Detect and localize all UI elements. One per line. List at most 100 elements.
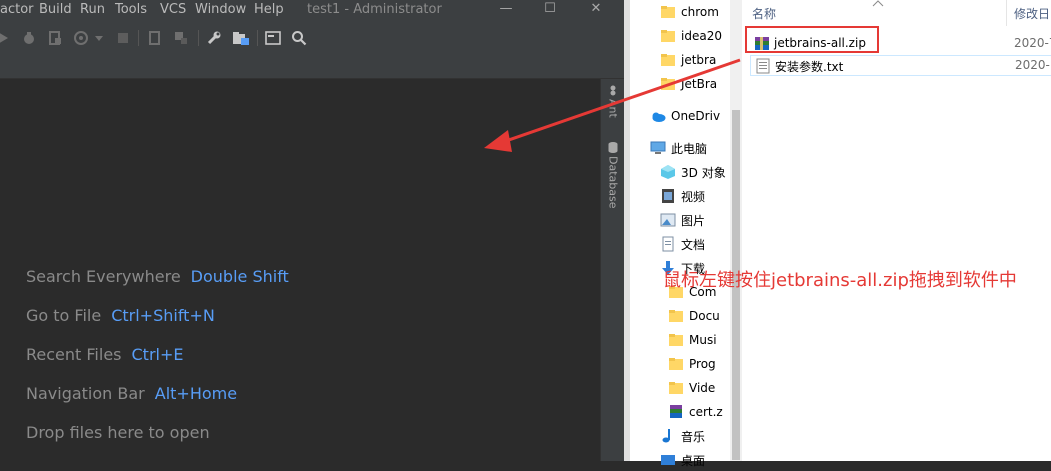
cube-icon [660,164,676,180]
nav-item-music[interactable]: 音乐 [660,425,705,447]
ant-icon [610,85,616,96]
nav-item-folder[interactable]: Musi [668,329,717,351]
nav-item-label: 3D 对象 [681,165,726,180]
chevron-down-icon[interactable] [90,29,108,47]
sort-ascending-icon [872,0,884,7]
nav-item-label: 文档 [681,237,706,252]
folder-icon [668,356,684,372]
cloud-icon [650,108,666,124]
annotation-filename: jetbrains-all.zip [771,270,909,291]
wrench-icon[interactable] [205,29,223,47]
search-icon[interactable] [290,29,308,47]
hint-label: Recent Files [26,345,122,364]
nav-item-pictures[interactable]: 图片 [660,209,705,231]
nav-item-label: chrom [681,5,719,19]
nav-item-folder[interactable]: jetbra [660,49,716,71]
nav-item-onedrive[interactable]: OneDriv [650,105,720,127]
nav-item-label: idea20 [681,29,722,43]
database-tool-window-button[interactable]: Database [604,141,622,209]
explorer-nav-pane: chrom idea20 jetbra JetBra OneDriv 此电脑 3… [630,0,730,468]
nav-item-label: JetBra [681,77,718,91]
nav-item-folder[interactable]: chrom [660,1,719,23]
annotation-prefix: 鼠标左键按住 [663,270,771,291]
nav-item-label: cert.z [689,405,723,419]
menu-vcs[interactable]: VCS [160,2,186,17]
folder-icon [660,4,676,20]
toolbar-separator [198,30,199,46]
coverage-icon[interactable] [46,29,64,47]
nav-item-label: OneDriv [671,109,721,123]
nav-item-folder[interactable]: Vide [668,377,715,399]
column-separator[interactable] [1006,0,1007,26]
hint-shortcut: Ctrl+Shift+N [111,306,215,325]
profile-icon[interactable] [72,29,90,47]
nav-item-label: Vide [689,381,716,395]
menu-build[interactable]: Build [39,2,72,17]
menu-refactor[interactable]: actor [0,2,34,17]
nav-item-label: 音乐 [681,429,706,444]
hint-go-to-file: Go to File Ctrl+Shift+N [26,306,215,325]
menu-bar: actor Build Run Tools VCS Window Help te… [0,0,624,20]
folder-icon [660,76,676,92]
nav-item-documents[interactable]: 文档 [660,233,705,255]
nav-item-folder[interactable]: idea20 [660,25,722,47]
nav-item-archive[interactable]: cert.z [668,401,723,423]
nav-item-folder[interactable]: Prog [668,353,716,375]
hint-label: Search Everywhere [26,267,181,286]
text-file-icon [755,58,771,74]
debug-icon[interactable] [20,29,38,47]
nav-item-label: Docu [689,309,720,323]
folder-icon [660,52,676,68]
vcs-update-icon[interactable] [172,29,190,47]
nav-item-label: 桌面 [681,453,706,468]
music-note-icon [660,428,676,444]
menu-tools[interactable]: Tools [115,2,147,17]
maximize-button[interactable]: ☐ [530,0,570,20]
hint-search-everywhere: Search Everywhere Double Shift [26,267,289,286]
folder-icon [668,308,684,324]
nav-item-folder[interactable]: Docu [668,305,720,327]
stop-icon[interactable] [114,29,132,47]
nav-pane-scrollbar[interactable] [730,0,742,461]
nav-item-label: Prog [689,357,716,371]
nav-item-desktop[interactable]: 桌面 [660,449,705,471]
navigation-strip [0,56,624,79]
database-label: Database [606,156,620,209]
hint-shortcut: Double Shift [190,267,289,286]
computer-icon [650,140,666,156]
column-header-modified[interactable]: 修改日 [1014,0,1050,26]
archive-icon [668,404,684,420]
close-button[interactable]: ✕ [576,0,616,20]
nav-item-label: 此电脑 [671,141,708,156]
picture-icon [660,212,676,228]
folder-icon [668,332,684,348]
build-project-icon[interactable] [146,29,164,47]
ant-tool-window-button[interactable]: Ant [604,84,622,118]
project-structure-icon[interactable] [232,29,250,47]
folder-icon [668,380,684,396]
hint-shortcut: Ctrl+E [131,345,184,364]
editor-empty-area[interactable]: Search Everywhere Double Shift Go to File… [0,79,600,461]
menu-run[interactable]: Run [80,2,105,17]
database-icon [608,142,618,153]
column-header-name[interactable]: 名称 [752,0,776,26]
nav-item-3d-objects[interactable]: 3D 对象 [660,161,726,183]
hint-drop-files: Drop files here to open [26,423,210,442]
nav-item-folder[interactable]: JetBra [660,73,717,95]
nav-item-label: 视频 [681,189,706,204]
toolbar-separator [257,30,258,46]
menu-help[interactable]: Help [254,2,284,17]
run-icon[interactable] [0,29,12,47]
terminal-icon[interactable] [264,29,282,47]
desktop-icon [660,452,676,468]
highlight-box [745,26,879,53]
minimize-button[interactable]: — [486,0,526,20]
ant-label: Ant [606,99,620,118]
nav-item-this-pc[interactable]: 此电脑 [650,137,707,159]
window-title: test1 - Administrator [307,2,442,17]
file-row[interactable]: 安装参数.txt 2020-1 [750,55,1051,76]
toolbar-separator [138,30,139,46]
menu-window[interactable]: Window [195,2,246,17]
right-tool-strip: Ant Database [600,79,624,461]
nav-item-videos[interactable]: 视频 [660,185,705,207]
